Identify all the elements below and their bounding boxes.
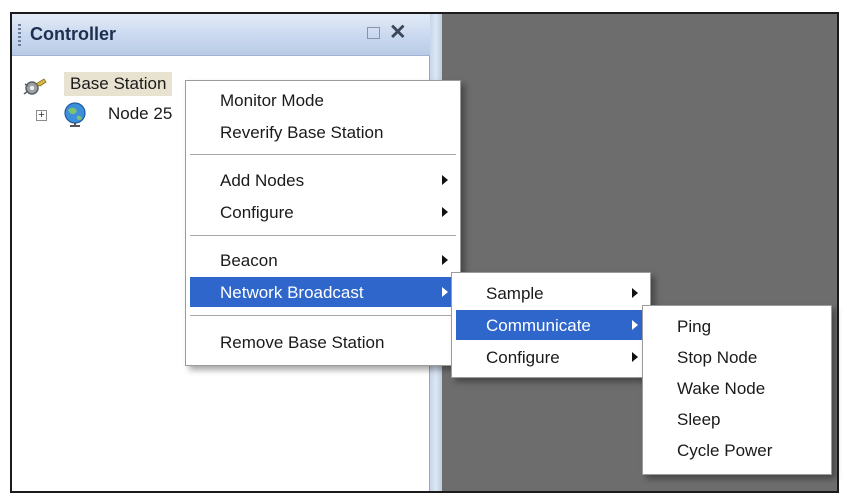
- submenu-item-sample[interactable]: Sample: [456, 278, 646, 308]
- menu-item-label: Network Broadcast: [220, 283, 364, 302]
- tree-expander-icon[interactable]: +: [36, 110, 47, 121]
- submenu-item-communicate[interactable]: Communicate: [456, 310, 646, 340]
- menu-item-label: Monitor Mode: [220, 91, 324, 110]
- panel-titlebar: Controller ✕: [12, 14, 430, 56]
- base-station-icon: [23, 78, 47, 95]
- submenu-item-configure[interactable]: Configure: [456, 342, 646, 372]
- menu-item-configure[interactable]: Configure: [190, 197, 456, 227]
- submenu-arrow-icon: [442, 287, 448, 297]
- submenu-item-wake-node[interactable]: Wake Node: [647, 373, 827, 403]
- menu-item-add-nodes[interactable]: Add Nodes: [190, 165, 456, 195]
- submenu-item-ping[interactable]: Ping: [647, 311, 827, 341]
- close-icon[interactable]: ✕: [389, 20, 407, 45]
- menu-item-reverify-base-station[interactable]: Reverify Base Station: [190, 117, 456, 147]
- submenu-arrow-icon: [442, 255, 448, 265]
- menu-item-beacon[interactable]: Beacon: [190, 245, 456, 275]
- tree-item-node[interactable]: Node 25: [108, 104, 172, 124]
- menu-item-label: Beacon: [220, 251, 278, 270]
- menu-separator-highlight: [190, 236, 456, 237]
- submenu-arrow-icon: [632, 320, 638, 330]
- submenu-arrow-icon: [442, 207, 448, 217]
- maximize-icon[interactable]: [367, 27, 380, 39]
- menu-item-label: Sleep: [677, 410, 721, 429]
- tree-item-base-station[interactable]: Base Station: [64, 72, 173, 96]
- submenu-item-sleep[interactable]: Sleep: [647, 404, 827, 434]
- menu-item-label: Wake Node: [677, 379, 766, 398]
- menu-separator-highlight: [190, 316, 456, 317]
- panel-title: Controller: [30, 24, 117, 44]
- menu-item-label: Cycle Power: [677, 441, 773, 460]
- menu-item-label: Communicate: [486, 316, 591, 335]
- menu-separator-highlight: [190, 155, 456, 156]
- context-menu: Monitor Mode Reverify Base Station Add N…: [185, 80, 461, 366]
- menu-item-label: Stop Node: [677, 348, 758, 367]
- menu-item-label: Configure: [220, 203, 294, 222]
- menu-item-network-broadcast[interactable]: Network Broadcast: [190, 277, 456, 307]
- submenu-arrow-icon: [632, 352, 638, 362]
- menu-item-label: Add Nodes: [220, 171, 305, 190]
- menu-item-remove-base-station[interactable]: Remove Base Station: [190, 327, 456, 357]
- menu-item-label: Sample: [486, 284, 544, 303]
- submenu-item-stop-node[interactable]: Stop Node: [647, 342, 827, 372]
- menu-item-label: Ping: [677, 317, 712, 336]
- menu-item-label: Reverify Base Station: [220, 123, 384, 142]
- drag-grip-icon[interactable]: [18, 24, 21, 46]
- submenu-arrow-icon: [632, 288, 638, 298]
- node-globe-icon: [64, 102, 86, 127]
- communicate-submenu: Ping Stop Node Wake Node Sleep Cycle Pow…: [642, 305, 832, 475]
- menu-item-label: Remove Base Station: [220, 333, 385, 352]
- menu-item-label: Configure: [486, 348, 560, 367]
- submenu-item-cycle-power[interactable]: Cycle Power: [647, 435, 827, 465]
- submenu-arrow-icon: [442, 175, 448, 185]
- network-broadcast-submenu: Sample Communicate Configure: [451, 272, 651, 378]
- menu-item-monitor-mode[interactable]: Monitor Mode: [190, 85, 456, 115]
